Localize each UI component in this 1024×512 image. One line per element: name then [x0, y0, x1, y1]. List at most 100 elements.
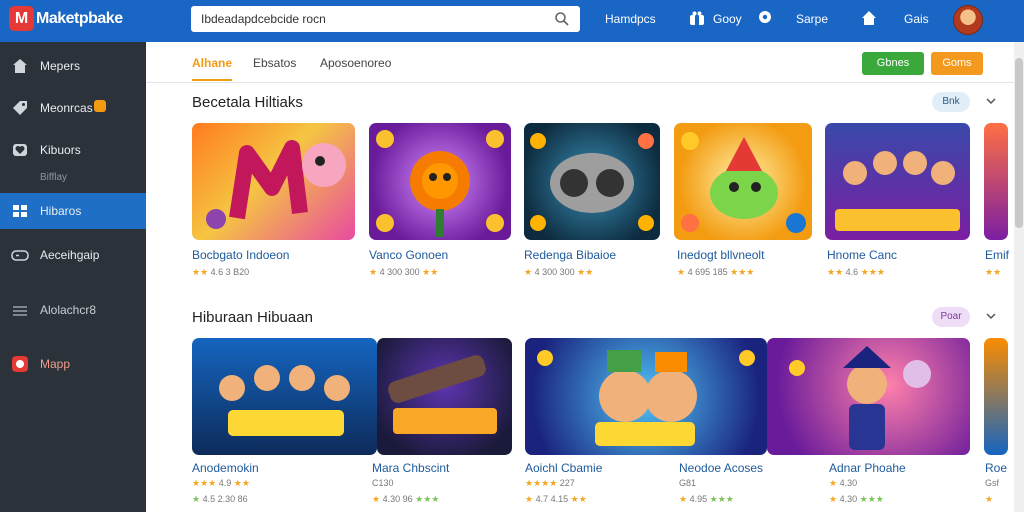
sidebar-item-hibaros[interactable]: Hibaros	[0, 193, 146, 229]
game-card-image[interactable]	[984, 338, 1008, 455]
nav-link-4[interactable]: Gais	[904, 12, 929, 26]
chevron-down-icon[interactable]	[986, 97, 996, 105]
search-icon[interactable]	[554, 11, 570, 27]
card-title[interactable]: Aoichl Cbamie	[525, 461, 602, 475]
card-rating-secondary: ★	[985, 494, 993, 505]
star-icon: ★★	[192, 267, 209, 277]
sidebar-item-label: Mapp	[40, 357, 71, 371]
card-title[interactable]: Redenga Bibaioe	[524, 248, 616, 262]
rating-text: 4.30 96	[382, 494, 413, 504]
chevron-down-icon[interactable]	[986, 312, 996, 320]
rating-text: 4 695 185	[687, 267, 728, 277]
game-card-image[interactable]	[525, 338, 767, 455]
card-rating-secondary: ★ 4.5 2.30 86	[192, 494, 248, 505]
sidebar-item-aeceihgaip[interactable]: Aeceihgaip	[0, 237, 146, 273]
card-title[interactable]: Vanco Gonoen	[369, 248, 448, 262]
search-value: Ibdeadapdcebcide rocn	[201, 12, 326, 26]
card-title[interactable]: Emif	[985, 248, 1009, 262]
sidebar-item-mepers[interactable]: Mepers	[0, 48, 146, 84]
nav-link-2[interactable]: Gooy	[713, 12, 742, 26]
star-icon: ★	[369, 267, 378, 277]
section-pill-button[interactable]: Poar	[932, 307, 970, 327]
nav-link-1[interactable]: Hamdpcs	[605, 12, 656, 26]
home-icon[interactable]	[861, 10, 877, 26]
rating-text: 4 300 300	[534, 267, 575, 277]
game-card-image[interactable]	[377, 338, 512, 455]
section-title: Becetala Hiltiaks	[192, 94, 303, 111]
star-icon: ★	[829, 478, 838, 488]
game-art	[206, 140, 346, 229]
star-icon: ★★★	[730, 267, 755, 277]
star-icon: ★★	[570, 494, 587, 504]
sidebar-item-label: Alolachcr8	[40, 303, 97, 317]
card-rating: ★ 4 300 300 ★★	[369, 267, 438, 278]
star-icon: ★	[192, 494, 201, 504]
star-icon: ★	[829, 494, 838, 504]
star-icon: ★	[525, 494, 534, 504]
green-action-button[interactable]: Gbnes	[862, 52, 924, 75]
card-title[interactable]: Mara Chbscint	[372, 461, 449, 475]
game-art	[530, 133, 654, 231]
rating-text: 227	[559, 478, 575, 488]
card-rating: ★ 4.30	[829, 478, 857, 489]
card-rating: ★★★★ 227	[525, 478, 575, 489]
card-rating: ★★★ 4.9 ★★	[192, 478, 250, 489]
rating-text: 4.9	[218, 478, 232, 488]
home-icon	[13, 59, 27, 73]
card-title[interactable]: Neodoe Acoses	[679, 461, 763, 475]
app-title[interactable]: Maketpbake	[36, 10, 123, 28]
card-rating: G81	[679, 478, 697, 488]
tab-ebsatos[interactable]: Ebsatos	[253, 56, 296, 70]
section-pill-button[interactable]: Bnk	[932, 92, 970, 112]
heart-icon	[13, 144, 27, 156]
star-icon: ★★	[422, 267, 439, 277]
star-icon: ★★	[985, 267, 1002, 277]
card-title[interactable]: Anodemokin	[192, 461, 259, 475]
game-card-image[interactable]	[825, 123, 970, 240]
game-art	[835, 151, 960, 231]
card-title[interactable]: Hnome Canc	[827, 248, 897, 262]
gear-icon[interactable]	[758, 10, 772, 24]
star-icon: ★★★	[860, 267, 885, 277]
game-card-image[interactable]	[984, 123, 1008, 240]
logo-icon[interactable]: M	[9, 6, 34, 31]
card-title[interactable]: Inedogt bllvneolt	[677, 248, 764, 262]
gift-icon[interactable]	[689, 10, 705, 26]
card-rating: ★ 4 695 185 ★★★	[677, 267, 754, 278]
star-icon: ★	[677, 267, 686, 277]
star-icon: ★	[372, 494, 381, 504]
avatar[interactable]	[953, 5, 983, 35]
game-card-image[interactable]	[524, 123, 660, 240]
rating-text: 4 300 300	[379, 267, 420, 277]
sidebar-item-meonrcas[interactable]: Meonrcas	[0, 90, 146, 126]
nav-link-3[interactable]: Sarpe	[796, 12, 828, 26]
game-card-image[interactable]	[767, 338, 970, 455]
sidebar-item-kibuors[interactable]: Kibuors	[0, 132, 146, 168]
search-input[interactable]: Ibdeadapdcebcide rocn	[191, 6, 580, 32]
star-icon: ★★	[577, 267, 594, 277]
star-icon: ★★★★	[525, 478, 558, 488]
sidebar-item-alolachcr8[interactable]: Alolachcr8	[0, 292, 146, 328]
rating-text: 4.6	[845, 267, 859, 277]
card-title[interactable]: Adnar Phoahe	[829, 461, 906, 475]
sidebar-item-mapp[interactable]: Mapp	[0, 346, 146, 382]
card-title[interactable]: Roe	[985, 461, 1007, 475]
game-card-image[interactable]	[674, 123, 812, 240]
star-icon: ★★★	[192, 478, 217, 488]
star-icon: ★★★	[859, 494, 884, 504]
rating-text: 4.7 4.15	[535, 494, 569, 504]
orange-action-button[interactable]: Goms	[931, 52, 983, 75]
card-rating-secondary: ★ 4.30 96 ★★★	[372, 494, 439, 505]
tab-aposoenoreo[interactable]: Aposoenoreo	[320, 56, 391, 70]
game-card-image[interactable]	[192, 123, 355, 240]
star-icon: ★	[524, 267, 533, 277]
card-rating-secondary: ★ 4.7 4.15 ★★	[525, 494, 587, 505]
game-card-image[interactable]	[192, 338, 377, 455]
scrollbar-thumb[interactable]	[1015, 58, 1023, 228]
card-rating: Gsf	[985, 478, 1000, 488]
card-title[interactable]: Bocbgato Indoeon	[192, 248, 289, 262]
tab-alhane[interactable]: Alhane	[192, 56, 232, 70]
card-rating: C130	[372, 478, 394, 488]
game-card-image[interactable]	[369, 123, 511, 240]
card-rating: ★★ 4.6 3 B20	[192, 267, 249, 278]
